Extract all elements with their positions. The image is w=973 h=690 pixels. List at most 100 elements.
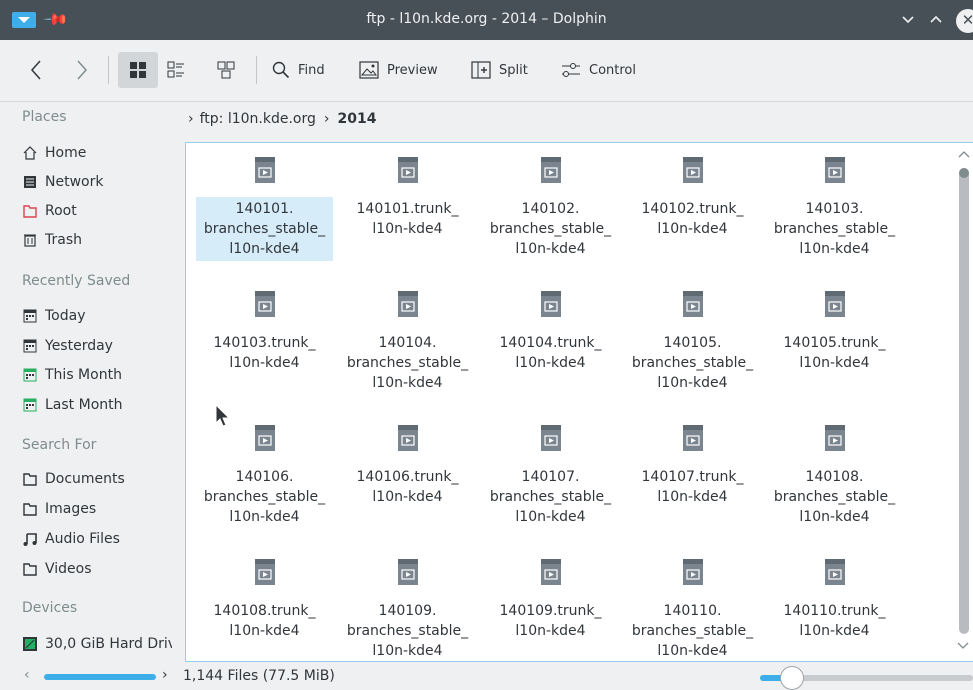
- places-panel: Places Home Network Root Trash Recently …: [0, 102, 175, 662]
- zoom-slider[interactable]: [760, 666, 973, 690]
- minimize-button[interactable]: [898, 9, 918, 29]
- video-file-icon: [823, 425, 847, 451]
- file-item[interactable]: 140106.trunk_ l10n-kde4: [339, 423, 476, 543]
- file-item[interactable]: 140107.trunk_ l10n-kde4: [624, 423, 761, 543]
- places-item-label: Today: [45, 308, 86, 324]
- file-name-line: l10n-kde4: [799, 509, 870, 525]
- toolbar-separator: [108, 56, 109, 84]
- places-item-root[interactable]: Root: [22, 197, 172, 225]
- control-button[interactable]: Control: [561, 52, 636, 88]
- preview-icon: [359, 61, 379, 79]
- forward-button[interactable]: [74, 52, 90, 88]
- places-item-trash[interactable]: Trash: [22, 226, 172, 254]
- places-item-documents[interactable]: Documents: [22, 465, 172, 493]
- places-item-label: Network: [45, 174, 104, 190]
- file-name: 140108.trunk_ l10n-kde4: [196, 599, 333, 643]
- file-item[interactable]: 140109.trunk_ l10n-kde4: [482, 557, 619, 661]
- file-item[interactable]: 140110.trunk_ l10n-kde4: [766, 557, 903, 661]
- find-button[interactable]: Find: [272, 52, 325, 88]
- file-item[interactable]: 140108. branches_stable_ l10n-kde4: [766, 423, 903, 543]
- video-file-icon: [396, 559, 420, 585]
- details-view-icon: [217, 61, 235, 79]
- file-item[interactable]: 140103. branches_stable_ l10n-kde4: [766, 155, 903, 275]
- places-item-this-month[interactable]: This Month: [22, 361, 172, 389]
- vertical-scrollbar[interactable]: [959, 168, 969, 634]
- places-item-last-month[interactable]: Last Month: [22, 391, 172, 419]
- music-note-icon: [22, 531, 38, 547]
- file-name-line: 140108.trunk_: [213, 603, 316, 619]
- file-name: 140108. branches_stable_ l10n-kde4: [766, 465, 903, 529]
- file-item[interactable]: 140107. branches_stable_ l10n-kde4: [482, 423, 619, 543]
- details-view-button[interactable]: [217, 52, 235, 88]
- file-name-line: 140105.: [663, 335, 722, 351]
- file-item[interactable]: 140104. branches_stable_ l10n-kde4: [339, 289, 476, 409]
- file-item[interactable]: 140106. branches_stable_ l10n-kde4: [196, 423, 333, 543]
- file-item[interactable]: 140105.trunk_ l10n-kde4: [766, 289, 903, 409]
- file-name: 140104. branches_stable_ l10n-kde4: [339, 331, 476, 395]
- maximize-button[interactable]: [926, 9, 946, 29]
- file-item[interactable]: 140103.trunk_ l10n-kde4: [196, 289, 333, 409]
- folder-icon: [22, 471, 38, 487]
- file-name-line: 140109.: [378, 603, 437, 619]
- places-item-yesterday[interactable]: Yesterday: [22, 332, 172, 360]
- video-file-icon: [539, 559, 563, 585]
- places-horizontal-scrollbar[interactable]: [44, 674, 156, 680]
- file-item[interactable]: 140105. branches_stable_ l10n-kde4: [624, 289, 761, 409]
- file-item[interactable]: 140104.trunk_ l10n-kde4: [482, 289, 619, 409]
- zoom-slider-handle[interactable]: [779, 666, 804, 690]
- file-item[interactable]: 140101.trunk_ l10n-kde4: [339, 155, 476, 275]
- preview-button[interactable]: Preview: [359, 52, 438, 88]
- file-name-line: l10n-kde4: [657, 489, 728, 505]
- file-item[interactable]: 140109. branches_stable_ l10n-kde4: [339, 557, 476, 661]
- find-label: Find: [298, 62, 325, 78]
- places-item-label: Documents: [45, 471, 125, 487]
- file-item[interactable]: 140108.trunk_ l10n-kde4: [196, 557, 333, 661]
- breadcrumb-current[interactable]: 2014: [338, 111, 377, 127]
- file-item[interactable]: 140102.trunk_ l10n-kde4: [624, 155, 761, 275]
- file-item[interactable]: 140101. branches_stable_ l10n-kde4: [196, 155, 333, 275]
- control-icon: [562, 63, 580, 77]
- video-file-icon: [681, 425, 705, 451]
- vertical-scrollbar-thumb[interactable]: [959, 168, 969, 634]
- scroll-right-arrow[interactable]: ›: [162, 667, 168, 683]
- file-name-line: 140110.trunk_: [783, 603, 886, 619]
- file-name-line: 140102.: [521, 201, 580, 217]
- file-name-line: 140108.: [805, 469, 864, 485]
- video-file-icon: [823, 157, 847, 183]
- scroll-down-arrow[interactable]: [957, 640, 969, 654]
- places-item-label: Yesterday: [45, 338, 113, 354]
- file-view[interactable]: 140101. branches_stable_ l10n-kde4 140101.t…: [185, 142, 973, 662]
- split-button[interactable]: Split: [471, 52, 528, 88]
- close-button[interactable]: ✕: [956, 9, 973, 33]
- places-item-hard-drive[interactable]: 30,0 GiB Hard Drive: [22, 630, 172, 658]
- places-item-today[interactable]: Today: [22, 302, 172, 330]
- file-name-line: branches_stable_: [773, 221, 896, 237]
- places-item-label: 30,0 GiB Hard Drive: [45, 636, 172, 652]
- toolbar: Find Preview Split Control: [0, 40, 973, 102]
- places-item-label: Videos: [45, 561, 92, 577]
- scroll-up-arrow[interactable]: [958, 148, 970, 162]
- back-button[interactable]: [28, 52, 44, 88]
- breadcrumb-root[interactable]: ftp: l10n.kde.org: [200, 111, 316, 127]
- file-name-line: 140103.trunk_: [213, 335, 316, 351]
- places-item-network[interactable]: Network: [22, 168, 172, 196]
- forward-icon: [77, 60, 88, 80]
- icons-view-button[interactable]: [118, 52, 158, 88]
- video-file-icon: [681, 559, 705, 585]
- scroll-left-arrow[interactable]: ‹: [24, 667, 30, 683]
- places-item-videos[interactable]: Videos: [22, 555, 172, 583]
- places-item-images[interactable]: Images: [22, 495, 172, 523]
- network-icon: [22, 174, 38, 190]
- compact-view-button[interactable]: [167, 52, 185, 88]
- file-item[interactable]: 140102. branches_stable_ l10n-kde4: [482, 155, 619, 275]
- split-label: Split: [499, 62, 528, 78]
- file-name-line: 140106.: [235, 469, 294, 485]
- file-item[interactable]: 140110. branches_stable_ l10n-kde4: [624, 557, 761, 661]
- file-name: 140105.trunk_ l10n-kde4: [766, 331, 903, 375]
- file-name-line: l10n-kde4: [657, 643, 728, 659]
- places-item-audio-files[interactable]: Audio Files: [22, 525, 172, 553]
- places-item-home[interactable]: Home: [22, 139, 172, 167]
- file-name-line: l10n-kde4: [657, 221, 728, 237]
- places-item-label: Home: [45, 145, 87, 161]
- file-name-line: 140105.trunk_: [783, 335, 886, 351]
